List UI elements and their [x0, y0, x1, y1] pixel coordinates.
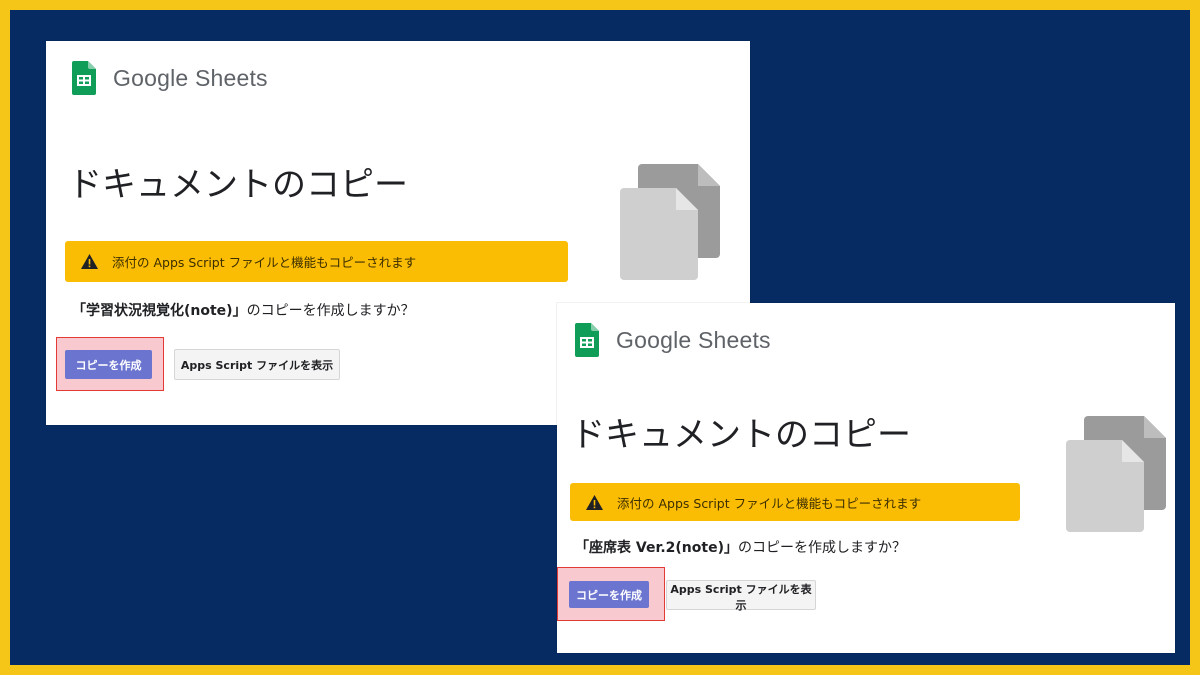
warning-banner: 添付の Apps Script ファイルと機能もコピーされます: [570, 483, 1020, 521]
brand-header: Google Sheets: [72, 61, 268, 95]
warning-text: 添付の Apps Script ファイルと機能もコピーされます: [617, 495, 922, 511]
google-sheets-logo-icon: [72, 61, 96, 95]
make-copy-button[interactable]: コピーを作成: [569, 581, 649, 608]
warning-icon: [81, 254, 98, 269]
documents-copy-icon: [620, 164, 720, 280]
documents-copy-icon: [1066, 416, 1166, 532]
brand-name: Google Sheets: [616, 326, 771, 353]
question-text: のコピーを作成しますか？: [246, 303, 415, 319]
warning-banner: 添付の Apps Script ファイルと機能もコピーされます: [65, 241, 568, 282]
copy-question: 「学習状況視覚化(note)」のコピーを作成しますか？: [72, 300, 415, 320]
document-name: 「学習状況視覚化(note)」: [72, 303, 247, 319]
brand-name: Google Sheets: [113, 64, 268, 91]
dialog-title: ドキュメントのコピー: [571, 415, 911, 455]
copy-dialog-2: Google Sheets ドキュメントのコピー 添付の Apps Script…: [557, 303, 1175, 653]
view-apps-script-button[interactable]: Apps Script ファイルを表示: [666, 580, 816, 612]
brand-header: Google Sheets: [575, 323, 771, 357]
question-text: のコピーを作成しますか？: [737, 540, 906, 556]
warning-icon: [586, 494, 603, 510]
copy-question: 「座席表 Ver.2(note)」のコピーを作成しますか？: [575, 537, 906, 557]
google-sheets-logo-icon: [575, 323, 599, 357]
make-copy-button[interactable]: コピーを作成: [65, 350, 152, 379]
view-apps-script-button[interactable]: Apps Script ファイルを表示: [174, 349, 340, 380]
warning-text: 添付の Apps Script ファイルと機能もコピーされます: [112, 255, 417, 270]
slide-frame: Google Sheets ドキュメントのコピー 添付の Apps Script…: [0, 0, 1200, 675]
dialog-title: ドキュメントのコピー: [68, 165, 408, 205]
document-name: 「座席表 Ver.2(note)」: [575, 540, 738, 556]
